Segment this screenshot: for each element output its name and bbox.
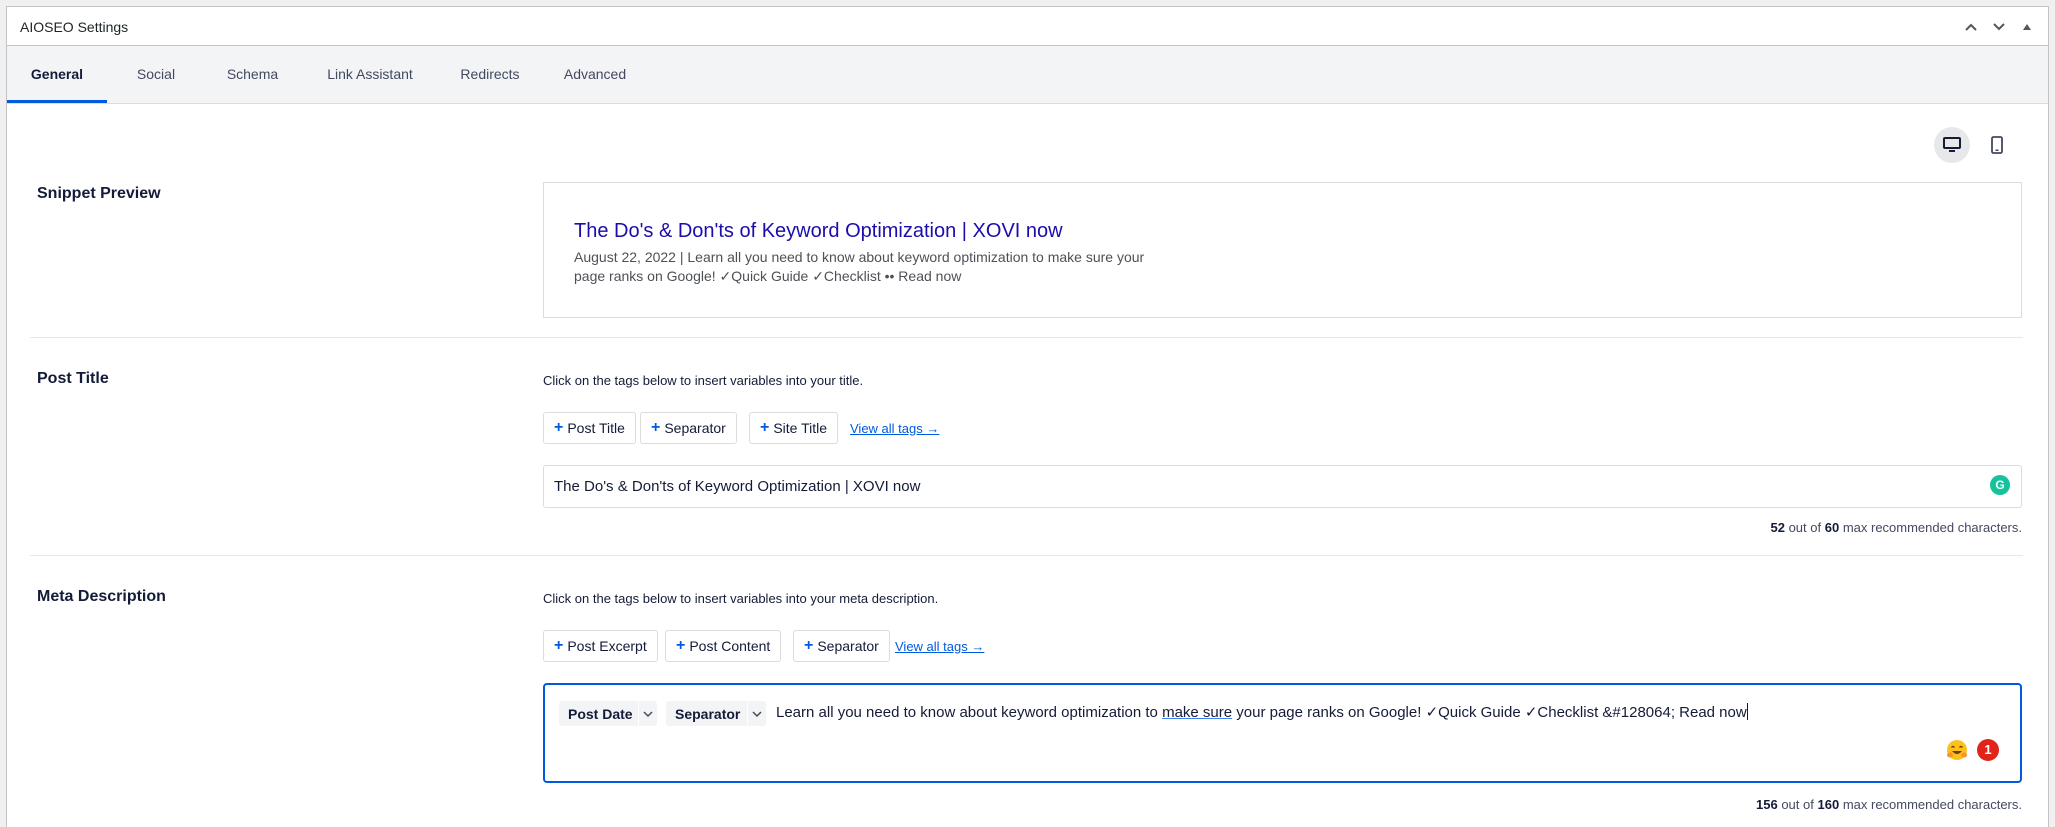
section-divider bbox=[30, 555, 2023, 556]
meta-description-hint: Click on the tags below to insert variab… bbox=[543, 591, 939, 606]
tag-label: Separator bbox=[664, 420, 726, 436]
meta-description-max: 160 bbox=[1817, 797, 1840, 812]
counter-text: max recommended characters. bbox=[1842, 797, 2022, 812]
post-title-count: 52 bbox=[1770, 520, 1785, 535]
triangle-up-icon bbox=[2023, 24, 2031, 30]
tab-social[interactable]: Social bbox=[107, 46, 205, 103]
add-site-title-tag-button[interactable]: + Site Title bbox=[749, 412, 839, 444]
snippet-preview-box: The Do's & Don'ts of Keyword Optimizatio… bbox=[543, 182, 2022, 318]
move-up-button[interactable] bbox=[1958, 16, 1984, 38]
post-title-input[interactable]: The Do's & Don'ts of Keyword Optimizatio… bbox=[543, 465, 2022, 508]
meta-description-text: Learn all you need to know about keyword… bbox=[776, 703, 1748, 721]
counter-text: max recommended characters. bbox=[1842, 520, 2022, 535]
chevron-up-icon bbox=[1965, 23, 1977, 31]
grammarly-icon[interactable]: G bbox=[1990, 475, 2010, 495]
snippet-title: The Do's & Don'ts of Keyword Optimizatio… bbox=[574, 220, 1063, 242]
meta-text-start: Learn all you need to know about keyword… bbox=[776, 704, 1163, 721]
grammarly-alert-badge[interactable]: 1 bbox=[1977, 739, 1999, 761]
desktop-preview-button[interactable] bbox=[1934, 127, 1970, 163]
aioseo-settings-panel: AIOSEO Settings General Social Schema Li… bbox=[6, 6, 2049, 827]
snippet-description: August 22, 2022 | Learn all you need to … bbox=[574, 249, 1145, 284]
meta-description-input[interactable]: Post Date Separator Learn all you need t… bbox=[543, 683, 2022, 783]
meta-description-label: Meta Description bbox=[37, 588, 166, 605]
tab-link-assistant[interactable]: Link Assistant bbox=[300, 46, 440, 103]
toggle-panel-button[interactable] bbox=[2014, 16, 2040, 38]
plus-icon: + bbox=[554, 419, 564, 436]
tab-advanced[interactable]: Advanced bbox=[540, 46, 650, 103]
add-separator-tag-button[interactable]: + Separator bbox=[793, 630, 890, 662]
add-post-title-tag-button[interactable]: + Post Title bbox=[543, 412, 636, 444]
post-title-counter: 52 out of 60 max recommended characters. bbox=[1770, 520, 2022, 535]
plus-icon: + bbox=[676, 637, 686, 654]
view-all-tags-link[interactable]: View all tags → bbox=[850, 421, 939, 436]
chip-label: Post Date bbox=[568, 705, 633, 722]
tab-schema[interactable]: Schema bbox=[205, 46, 300, 103]
counter-text: out of bbox=[1781, 797, 1814, 812]
desktop-icon bbox=[1943, 137, 1961, 152]
panel-header: AIOSEO Settings bbox=[7, 7, 2048, 46]
post-title-hint: Click on the tags below to insert variab… bbox=[543, 373, 864, 388]
section-divider bbox=[30, 337, 2023, 338]
plus-icon: + bbox=[554, 637, 564, 654]
add-post-excerpt-tag-button[interactable]: + Post Excerpt bbox=[543, 630, 658, 662]
tag-label: Separator bbox=[817, 638, 879, 654]
move-down-button[interactable] bbox=[1986, 16, 2012, 38]
plus-icon: + bbox=[760, 419, 770, 436]
counter-text: out of bbox=[1788, 520, 1822, 535]
tag-label: Site Title bbox=[773, 420, 828, 436]
tag-label: Post Title bbox=[567, 420, 625, 436]
post-title-label: Post Title bbox=[37, 370, 109, 387]
post-title-value: The Do's & Don'ts of Keyword Optimizatio… bbox=[554, 478, 921, 495]
settings-tabs: General Social Schema Link Assistant Red… bbox=[7, 46, 2048, 104]
tab-redirects[interactable]: Redirects bbox=[440, 46, 540, 103]
plus-icon: + bbox=[804, 637, 814, 654]
chevron-down-icon bbox=[1993, 23, 2005, 31]
emoji-picker-icon[interactable] bbox=[1945, 738, 1969, 762]
tab-general[interactable]: General bbox=[7, 46, 107, 103]
chip-label: Separator bbox=[675, 705, 741, 722]
plus-icon: + bbox=[651, 419, 661, 436]
spelling-suggestion[interactable]: make sure bbox=[1162, 704, 1232, 721]
post-date-chip[interactable]: Post Date bbox=[559, 701, 657, 726]
chevron-down-icon[interactable] bbox=[638, 701, 657, 726]
snippet-preview-label: Snippet Preview bbox=[37, 185, 161, 202]
view-all-tags-link[interactable]: View all tags → bbox=[895, 639, 984, 654]
tag-label: Post Content bbox=[689, 638, 771, 654]
chevron-down-icon[interactable] bbox=[747, 701, 766, 726]
text-cursor bbox=[1746, 703, 1748, 720]
panel-title: AIOSEO Settings bbox=[20, 19, 129, 35]
panel-controls bbox=[1958, 16, 2040, 38]
tag-label: Post Excerpt bbox=[567, 638, 647, 654]
separator-chip[interactable]: Separator bbox=[666, 701, 766, 726]
post-title-max: 60 bbox=[1824, 520, 1840, 535]
meta-text-end: your page ranks on Google! ✓Quick Guide … bbox=[1232, 704, 1747, 721]
add-post-content-tag-button[interactable]: + Post Content bbox=[665, 630, 782, 662]
add-separator-tag-button[interactable]: + Separator bbox=[640, 412, 737, 444]
mobile-icon bbox=[1991, 136, 2003, 154]
meta-description-counter: 156 out of 160 max recommended character… bbox=[1756, 797, 2022, 812]
mobile-preview-button[interactable] bbox=[1979, 127, 2015, 163]
meta-description-count: 156 bbox=[1756, 797, 1778, 812]
